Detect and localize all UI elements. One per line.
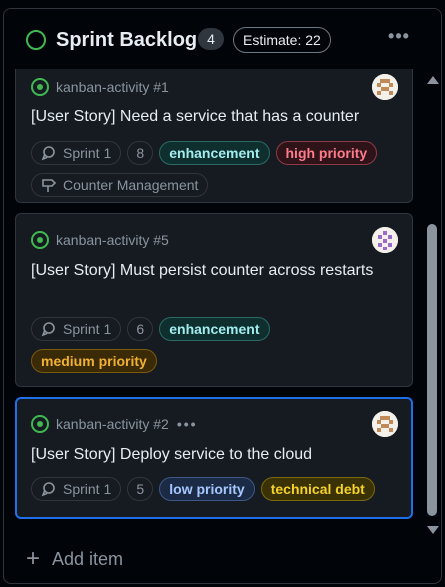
issue-card[interactable]: kanban-activity #5 [User Story] Must per… [15,213,413,387]
plus-icon: + [26,545,41,572]
scroll-up-arrow-icon[interactable] [427,76,439,84]
card-fields: Sprint 1 5 low priority technical debt [31,477,396,501]
card-list[interactable]: kanban-activity #1 [User Story] Need a s… [4,9,424,539]
issue-card-focused[interactable]: kanban-activity #2 ••• [User Story] Depl… [15,397,413,519]
card-header: kanban-activity #2 ••• [31,413,198,435]
iteration-icon [41,481,57,497]
issue-title[interactable]: [User Story] Must persist counter across… [31,259,391,283]
milestone-icon [41,177,57,193]
label-high-priority: high priority [275,141,378,165]
card-fields: Sprint 1 6 enhancement medium priority [31,317,397,373]
scroll-down-arrow-icon[interactable] [427,526,439,534]
iteration-icon [41,321,57,337]
card-header: kanban-activity #1 [31,76,169,98]
assignee-avatar[interactable] [372,227,398,253]
label-medium-priority: medium priority [31,349,157,373]
iteration-icon [41,145,57,161]
issue-open-icon [31,78,49,96]
estimate-chip: 8 [127,141,154,165]
label-enhancement: enhancement [159,141,270,165]
iteration-chip: Sprint 1 [31,477,122,501]
scrollbar[interactable] [425,72,439,538]
iteration-label: Sprint 1 [63,145,112,161]
column-header: Sprint Backlog 4 Estimate: 22 ••• [4,9,441,69]
iteration-chip: Sprint 1 [31,317,122,341]
add-item-button[interactable]: + Add item [26,545,123,573]
label-low-priority: low priority [159,477,255,501]
assignee-avatar[interactable] [372,411,398,437]
milestone-chip: Counter Management [31,173,209,197]
column-more-options-icon[interactable]: ••• [384,25,414,47]
issue-reference[interactable]: kanban-activity #1 [56,79,169,95]
sprint-backlog-column: kanban-activity #1 [User Story] Need a s… [3,8,442,584]
assignee-avatar[interactable] [372,74,398,100]
card-fields: Sprint 1 8 enhancement high priority Cou… [31,141,397,197]
label-technical-debt: technical debt [260,477,375,501]
milestone-label: Counter Management [63,177,199,193]
issue-open-icon [31,231,49,249]
issue-open-icon [31,415,49,433]
column-status-icon [26,30,46,50]
label-enhancement: enhancement [159,317,270,341]
estimate-chip: 6 [127,317,154,341]
card-header: kanban-activity #5 [31,229,169,251]
estimate-total-badge: Estimate: 22 [233,27,331,53]
iteration-label: Sprint 1 [63,481,112,497]
issue-reference[interactable]: kanban-activity #5 [56,232,169,248]
iteration-label: Sprint 1 [63,321,112,337]
column-title: Sprint Backlog [56,29,198,51]
issue-reference[interactable]: kanban-activity #2 [56,416,169,432]
add-item-label: Add item [52,548,124,569]
iteration-chip: Sprint 1 [31,141,122,165]
issue-card[interactable]: kanban-activity #1 [User Story] Need a s… [15,60,413,203]
issue-title[interactable]: [User Story] Deploy service to the cloud [31,443,391,467]
item-count-badge: 4 [198,28,224,50]
card-more-menu-icon[interactable]: ••• [177,416,198,432]
estimate-chip: 5 [127,477,154,501]
scrollbar-thumb[interactable] [427,224,437,516]
issue-title[interactable]: [User Story] Need a service that has a c… [31,105,391,129]
